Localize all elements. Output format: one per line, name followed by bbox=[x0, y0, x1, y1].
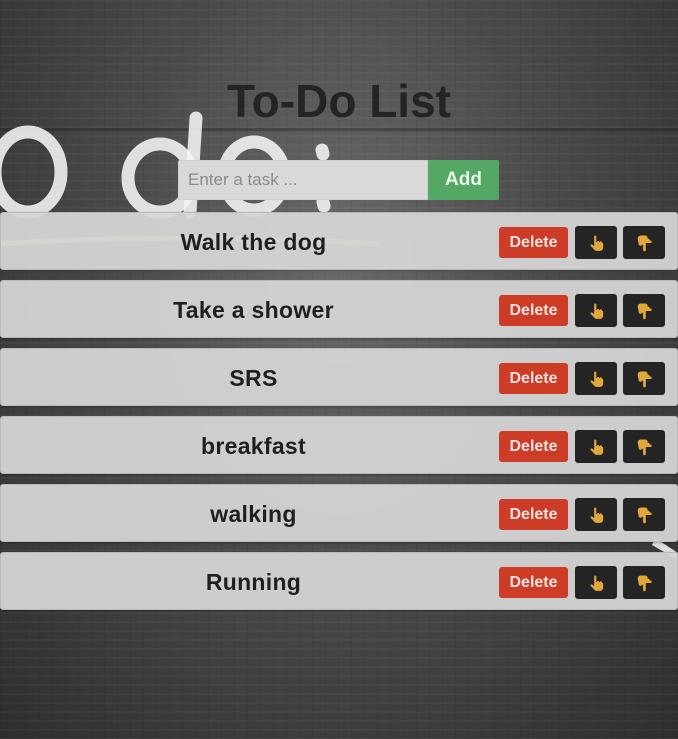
delete-button[interactable]: Delete bbox=[499, 431, 568, 462]
task-text: Walk the dog bbox=[180, 229, 327, 255]
task-row: Running Delete bbox=[0, 552, 678, 610]
move-down-button[interactable] bbox=[623, 362, 665, 395]
task-row: walking Delete bbox=[0, 484, 678, 542]
hand-pointing-up-icon bbox=[587, 574, 605, 592]
hand-pointing-down-icon bbox=[635, 370, 653, 388]
move-up-button[interactable] bbox=[575, 566, 617, 599]
delete-button[interactable]: Delete bbox=[499, 295, 568, 326]
task-row: breakfast Delete bbox=[0, 416, 678, 474]
task-text: walking bbox=[210, 501, 297, 527]
task-row: Take a shower Delete bbox=[0, 280, 678, 338]
delete-button[interactable]: Delete bbox=[499, 567, 568, 598]
hand-pointing-down-icon bbox=[635, 506, 653, 524]
task-list: Walk the dog Delete Take a shower Delete SRS… bbox=[0, 212, 678, 620]
move-up-button[interactable] bbox=[575, 430, 617, 463]
hand-pointing-up-icon bbox=[587, 506, 605, 524]
move-down-button[interactable] bbox=[623, 566, 665, 599]
task-text: breakfast bbox=[201, 433, 306, 459]
add-task-form: Add bbox=[178, 160, 499, 200]
hand-pointing-up-icon bbox=[587, 438, 605, 456]
add-button[interactable]: Add bbox=[428, 160, 499, 200]
hand-pointing-up-icon bbox=[587, 234, 605, 252]
delete-button[interactable]: Delete bbox=[499, 363, 568, 394]
hand-pointing-up-icon bbox=[587, 370, 605, 388]
hand-pointing-down-icon bbox=[635, 302, 653, 320]
task-text: Take a shower bbox=[173, 297, 334, 323]
hand-pointing-down-icon bbox=[635, 438, 653, 456]
task-row: SRS Delete bbox=[0, 348, 678, 406]
move-up-button[interactable] bbox=[575, 294, 617, 327]
move-up-button[interactable] bbox=[575, 226, 617, 259]
task-text: SRS bbox=[229, 365, 278, 391]
move-up-button[interactable] bbox=[575, 498, 617, 531]
hand-pointing-up-icon bbox=[587, 302, 605, 320]
task-input[interactable] bbox=[178, 160, 428, 200]
move-down-button[interactable] bbox=[623, 430, 665, 463]
board-divider bbox=[0, 128, 678, 131]
move-down-button[interactable] bbox=[623, 294, 665, 327]
task-row: Walk the dog Delete bbox=[0, 212, 678, 270]
delete-button[interactable]: Delete bbox=[499, 227, 568, 258]
delete-button[interactable]: Delete bbox=[499, 499, 568, 530]
move-up-button[interactable] bbox=[575, 362, 617, 395]
move-down-button[interactable] bbox=[623, 226, 665, 259]
task-text: Running bbox=[205, 569, 302, 595]
page-title: To-Do List bbox=[227, 75, 451, 127]
hand-pointing-down-icon bbox=[635, 574, 653, 592]
hand-pointing-down-icon bbox=[635, 234, 653, 252]
move-down-button[interactable] bbox=[623, 498, 665, 531]
